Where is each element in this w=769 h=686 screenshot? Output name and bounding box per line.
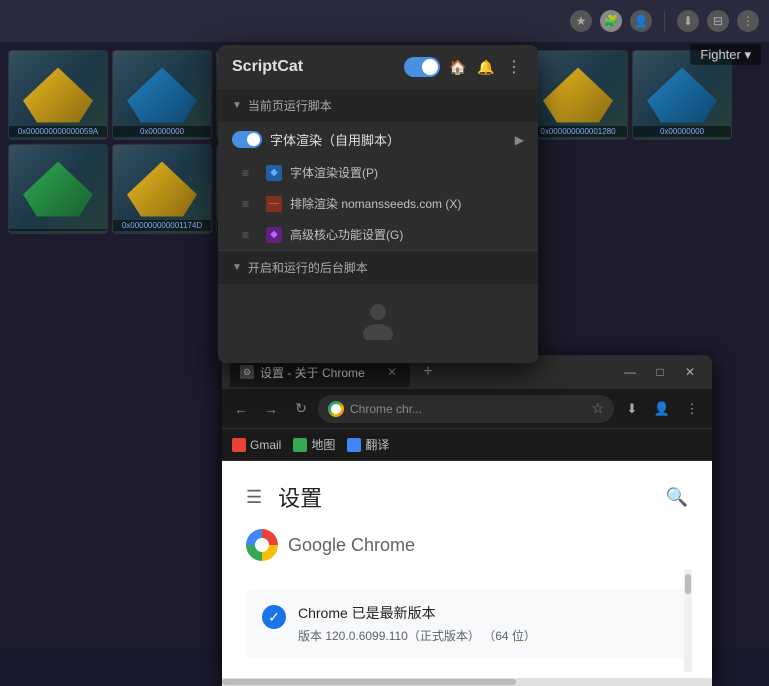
menu-lines-icon-2: ≡: [242, 228, 258, 242]
chrome-logo: [246, 529, 278, 561]
main-script-toggle[interactable]: [232, 131, 262, 148]
running-section-header: ▼ 当前页运行脚本: [218, 89, 538, 122]
settings-title: 设置: [278, 481, 665, 513]
maximize-button[interactable]: □: [646, 358, 674, 386]
fighter-badge[interactable]: Fighter ▾: [690, 46, 761, 64]
game-card-5[interactable]: 0x000000000001280: [528, 50, 628, 140]
bookmark-gmail[interactable]: Gmail: [232, 438, 281, 452]
tab-title: 设置 - 关于 Chrome: [260, 364, 365, 381]
chrome-window: ⚙ 设置 - 关于 Chrome ✕ + — □ ✕ ← → ↻ Chrome …: [222, 355, 712, 686]
menu-lines-icon-0: ≡: [242, 166, 258, 180]
main-script-arrow: ▶: [515, 133, 524, 147]
bg-section-title: 开启和运行的后台脚本: [248, 259, 368, 276]
horizontal-scrollbar[interactable]: [222, 678, 712, 686]
scriptcat-home-button[interactable]: 🏠: [448, 57, 468, 77]
download-button[interactable]: ⬇: [618, 395, 646, 423]
gmail-favicon: [232, 438, 246, 452]
main-script-name: 字体渲染（自用脚本）: [270, 130, 400, 149]
settings-header: ☰ 设置 🔍: [246, 481, 688, 513]
bookmark-bar: Gmail 地图 翻译: [222, 429, 712, 461]
game-card-0[interactable]: 0x000000000000059A: [8, 50, 108, 140]
game-card-1[interactable]: 0x00000000: [112, 50, 212, 140]
version-detail: 版本 120.0.6099.110（正式版本） （64 位）: [298, 627, 672, 644]
scriptcat-master-toggle[interactable]: [404, 57, 440, 77]
bg-download-icon[interactable]: ⬇: [677, 10, 699, 32]
close-button[interactable]: ✕: [676, 358, 704, 386]
game-card-8[interactable]: 0x000000000001174D: [112, 144, 212, 234]
bg-profile-icon[interactable]: 👤: [630, 10, 652, 32]
bg-more-icon[interactable]: ⋮: [737, 10, 759, 32]
toolbar-right: ⬇ 👤 ⋮: [618, 395, 706, 423]
bookmark-gmail-label: Gmail: [250, 438, 281, 452]
bookmark-maps-label: 地图: [311, 436, 335, 453]
settings-menu-icon[interactable]: ☰: [246, 487, 262, 508]
chrome-more-button[interactable]: ⋮: [678, 395, 706, 423]
version-check-icon: ✓: [262, 605, 286, 629]
chrome-logo-inner: [255, 538, 269, 552]
content-scrollbar[interactable]: [684, 569, 692, 672]
bg-topbar: ★ 🧩 👤 ⬇ ⊟ ⋮: [0, 0, 769, 42]
scriptcat-bell-button[interactable]: 🔔: [476, 57, 496, 77]
forward-button[interactable]: →: [258, 396, 284, 422]
sub-script-icon-0: ◆: [266, 165, 282, 181]
url-favicon: [328, 401, 344, 417]
version-row: ✓ Chrome 已是最新版本 版本 120.0.6099.110（正式版本） …: [246, 589, 688, 658]
google-chrome-text: Google Chrome: [288, 535, 415, 556]
main-script-item[interactable]: 字体渲染（自用脚本） ▶: [218, 122, 538, 157]
tab-close-button[interactable]: ✕: [384, 364, 400, 380]
game-card-7[interactable]: [8, 144, 108, 234]
chrome-toolbar: ← → ↻ Chrome chr... ☆ ⬇ 👤 ⋮: [222, 389, 712, 429]
settings-search-icon[interactable]: 🔍: [666, 487, 688, 508]
back-button[interactable]: ←: [228, 396, 254, 422]
url-text: Chrome chr...: [350, 402, 422, 416]
empty-icon: [354, 300, 402, 347]
sub-script-name-2: 高级核心功能设置(G): [290, 226, 403, 243]
refresh-button[interactable]: ↻: [288, 396, 314, 422]
bg-bookmark-icon[interactable]: ★: [570, 10, 592, 32]
empty-state: [218, 284, 538, 363]
url-path: chr...: [396, 402, 422, 416]
sub-script-2[interactable]: ≡ ◆ 高级核心功能设置(G): [218, 219, 538, 250]
profile-button[interactable]: 👤: [648, 395, 676, 423]
bg-scripts-section: ▼ 开启和运行的后台脚本: [218, 251, 538, 284]
sub-script-0[interactable]: ≡ ◆ 字体渲染设置(P): [218, 157, 538, 188]
version-status: Chrome 已是最新版本: [298, 603, 672, 623]
sub-script-icon-1: —: [266, 196, 282, 212]
maps-favicon: [293, 438, 307, 452]
bookmark-translate[interactable]: 翻译: [347, 436, 389, 453]
url-bar[interactable]: Chrome chr... ☆: [318, 395, 614, 423]
bookmark-star-icon[interactable]: ☆: [591, 400, 604, 417]
sub-script-name-1: 排除渲染 nomansseeds.com (X): [290, 195, 461, 212]
bookmark-maps[interactable]: 地图: [293, 436, 335, 453]
bg-split-icon[interactable]: ⊟: [707, 10, 729, 32]
scriptcat-popup: ScriptCat 🏠 🔔 ⋮ ▼ 当前页运行脚本 字体渲染（自用脚本） ▶ ≡…: [218, 45, 538, 363]
scriptcat-title: ScriptCat: [232, 58, 303, 76]
scriptcat-header: ScriptCat 🏠 🔔 ⋮: [218, 45, 538, 89]
menu-lines-icon-1: ≡: [242, 197, 258, 211]
window-controls: — □ ✕: [616, 358, 704, 386]
scriptcat-controls: 🏠 🔔 ⋮: [404, 57, 524, 77]
chrome-content: ☰ 设置 🔍 Google Chrome ✓ Chrome 已是最新版本 版本 …: [222, 461, 712, 678]
translate-favicon: [347, 438, 361, 452]
sub-script-icon-2: ◆: [266, 227, 282, 243]
bg-extensions-icon[interactable]: 🧩: [600, 10, 622, 32]
scriptcat-more-button[interactable]: ⋮: [504, 57, 524, 77]
minimize-button[interactable]: —: [616, 358, 644, 386]
sub-script-name-0: 字体渲染设置(P): [290, 164, 378, 181]
bookmark-translate-label: 翻译: [365, 436, 389, 453]
sub-script-1[interactable]: ≡ — 排除渲染 nomansseeds.com (X): [218, 188, 538, 219]
google-chrome-brand: Google Chrome: [246, 529, 688, 573]
h-scrollbar-thumb: [222, 679, 516, 685]
running-section-title: 当前页运行脚本: [248, 97, 332, 114]
scrollbar-thumb: [685, 574, 691, 594]
tab-settings-icon: ⚙: [240, 365, 254, 379]
